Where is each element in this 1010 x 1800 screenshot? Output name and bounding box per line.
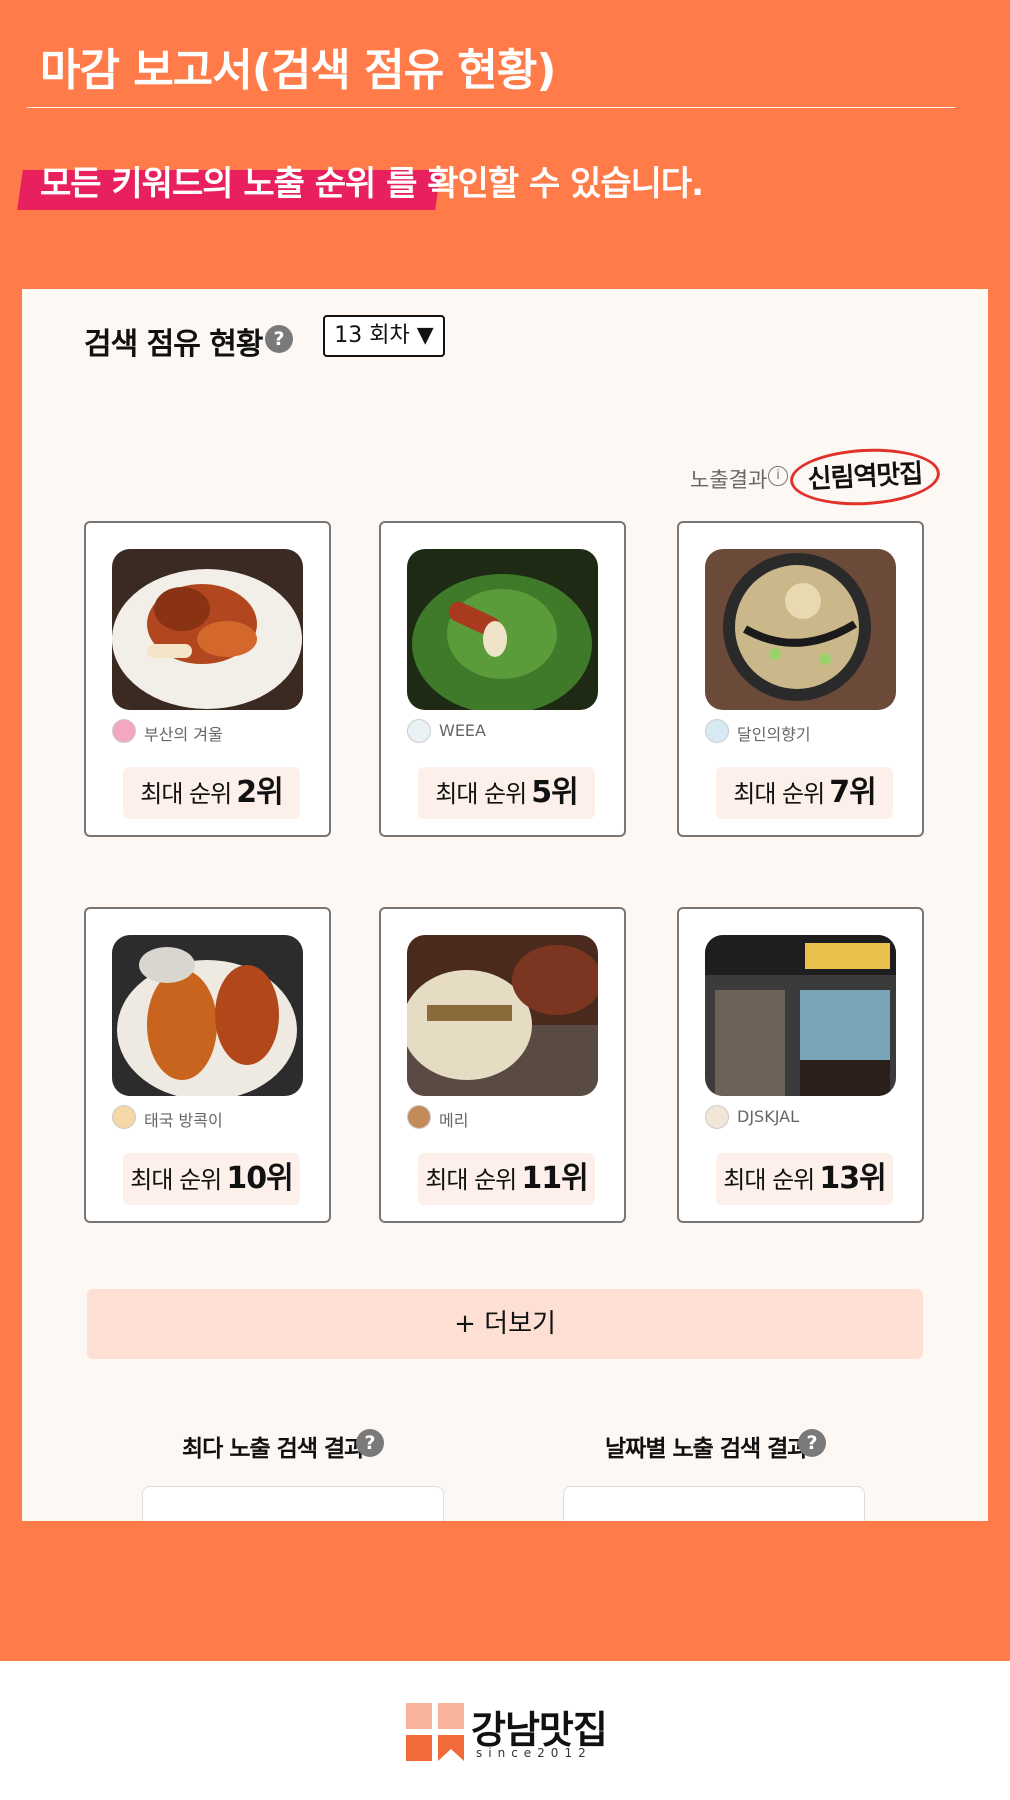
help-icon[interactable]: ? bbox=[356, 1429, 384, 1457]
most-exposure-title: 최다 노출 검색 결과 bbox=[182, 1436, 365, 1462]
rank-pill: 최대 순위 10위 bbox=[123, 1153, 300, 1205]
blogger-avatar bbox=[705, 1105, 729, 1129]
food-photo bbox=[407, 549, 598, 710]
blogger-avatar bbox=[407, 719, 431, 743]
blogger-name: DJSKJAL bbox=[737, 1107, 799, 1126]
info-icon[interactable]: i bbox=[768, 466, 788, 486]
rank-label: 최대 순위 bbox=[435, 780, 527, 808]
food-photo bbox=[112, 549, 303, 710]
round-select[interactable]: 13 회차 ▼ bbox=[323, 315, 445, 357]
rank-label: 최대 순위 bbox=[733, 780, 825, 808]
logo-icon bbox=[406, 1703, 464, 1761]
rank-value: 13위 bbox=[819, 1161, 886, 1196]
subtitle: 모든 키워드의 노출 순위 를 확인할 수 있습니다. bbox=[40, 164, 704, 204]
result-card[interactable]: 부산의 겨울 최대 순위 2위 bbox=[84, 521, 331, 837]
most-exposure-thumbnail[interactable] bbox=[142, 1486, 444, 1521]
result-card[interactable]: DJSKJAL 최대 순위 13위 bbox=[677, 907, 924, 1223]
blogger-name: 메리 bbox=[439, 1111, 469, 1130]
rank-pill: 최대 순위 5위 bbox=[418, 767, 595, 819]
rank-pill: 최대 순위 2위 bbox=[123, 767, 300, 819]
daily-exposure-thumbnail[interactable] bbox=[563, 1486, 865, 1521]
help-icon[interactable]: ? bbox=[798, 1429, 826, 1457]
rank-value: 11위 bbox=[521, 1161, 588, 1196]
result-card[interactable]: 태국 방콕이 최대 순위 10위 bbox=[84, 907, 331, 1223]
footer: 강남맛집 since2012 bbox=[0, 1661, 1010, 1800]
blogger-avatar bbox=[407, 1105, 431, 1129]
rank-label: 최대 순위 bbox=[723, 1166, 815, 1194]
rank-value: 10위 bbox=[226, 1161, 293, 1196]
food-photo bbox=[705, 549, 896, 710]
rank-value: 5위 bbox=[531, 775, 578, 810]
keyword-badge: 신림역맛집 bbox=[788, 445, 942, 509]
result-card[interactable]: 달인의향기 최대 순위 7위 bbox=[677, 521, 924, 837]
blogger-avatar bbox=[112, 1105, 136, 1129]
rank-label: 최대 순위 bbox=[425, 1166, 517, 1194]
daily-exposure-title: 날짜별 노출 검색 결과 bbox=[605, 1436, 808, 1462]
rank-label: 최대 순위 bbox=[140, 780, 232, 808]
result-card[interactable]: 메리 최대 순위 11위 bbox=[379, 907, 626, 1223]
blogger-avatar bbox=[112, 719, 136, 743]
logo-subtext: since2012 bbox=[476, 1746, 592, 1760]
rank-pill: 최대 순위 13위 bbox=[716, 1153, 893, 1205]
blogger-name: 부산의 겨울 bbox=[144, 725, 223, 744]
rank-label: 최대 순위 bbox=[130, 1166, 222, 1194]
exposure-label: 노출결과 bbox=[690, 468, 768, 492]
more-button[interactable]: + 더보기 bbox=[87, 1289, 923, 1359]
food-photo bbox=[705, 935, 896, 1096]
result-card[interactable]: WEEA 최대 순위 5위 bbox=[379, 521, 626, 837]
header-divider bbox=[27, 107, 955, 108]
rank-value: 2위 bbox=[236, 775, 283, 810]
rank-value: 7위 bbox=[829, 775, 876, 810]
blogger-name: 태국 방콕이 bbox=[144, 1111, 223, 1130]
rank-pill: 최대 순위 11위 bbox=[418, 1153, 595, 1205]
header-title: 마감 보고서(검색 점유 현황) bbox=[40, 45, 556, 96]
blogger-name: WEEA bbox=[439, 721, 486, 740]
rank-pill: 최대 순위 7위 bbox=[716, 767, 893, 819]
blogger-avatar bbox=[705, 719, 729, 743]
food-photo bbox=[112, 935, 303, 1096]
report-panel: 검색 점유 현황 ? 13 회차 ▼ 노출결과 i 신림역맛집 부산의 겨울 최… bbox=[22, 289, 988, 1521]
blogger-name: 달인의향기 bbox=[737, 725, 811, 744]
food-photo bbox=[407, 935, 598, 1096]
section-title: 검색 점유 현황 bbox=[84, 327, 263, 362]
help-icon[interactable]: ? bbox=[265, 325, 293, 353]
